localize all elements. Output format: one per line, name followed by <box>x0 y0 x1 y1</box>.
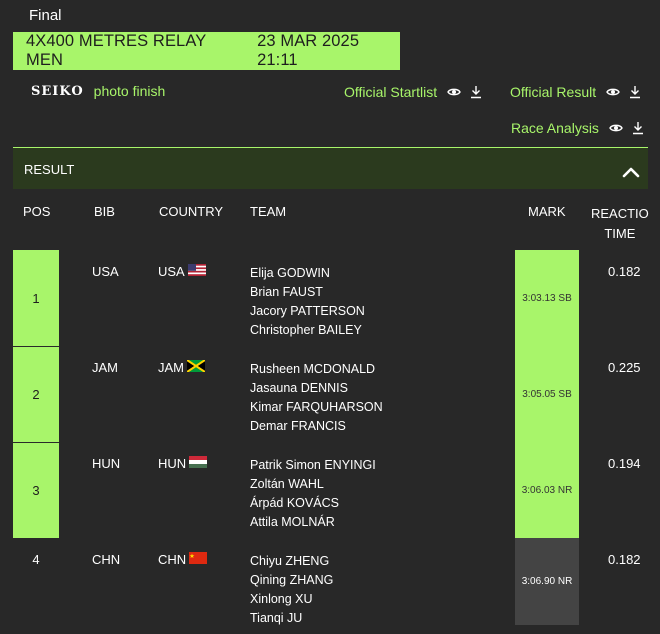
athlete-name[interactable]: Elija GODWIN <box>250 264 365 283</box>
reaction-header-line1: REACTIO <box>591 206 649 221</box>
reaction-header-line2: TIME <box>604 226 636 241</box>
row-divider <box>13 346 59 347</box>
eye-icon[interactable] <box>606 85 620 99</box>
event-title-bar: 4X400 METRES RELAY MEN 23 MAR 2025 21:11 <box>13 32 400 70</box>
china-flag-icon <box>189 551 208 564</box>
athlete-name[interactable]: Jacory PATTERSON <box>250 302 365 321</box>
jamaica-flag-icon <box>187 359 205 372</box>
athlete-name[interactable]: Tianqi JU <box>250 609 333 628</box>
athlete-name[interactable]: Brian FAUST <box>250 283 365 302</box>
table-row: 2 JAM JAM Rusheen MCDONALD Jasauna DENNI… <box>13 346 648 442</box>
hungary-flag-icon <box>189 455 208 468</box>
event-name: 4X400 METRES RELAY MEN <box>26 32 207 69</box>
athlete-name[interactable]: Zoltán WAHL <box>250 475 376 494</box>
row-divider <box>13 442 59 443</box>
reaction-time-cell: 0.225 <box>608 360 641 375</box>
download-icon[interactable] <box>470 85 482 99</box>
athlete-name[interactable]: Árpád KOVÁCS <box>250 494 376 513</box>
download-icon[interactable] <box>629 85 641 99</box>
seiko-logo: SEIKO <box>31 83 84 99</box>
position-cell: 3 <box>13 442 59 538</box>
position-cell: 2 <box>13 346 59 442</box>
doc-race-analysis: Race Analysis <box>511 120 644 136</box>
table-row: 4 CHN CHN Chiyu ZHENG Qining ZHANG Xinlo… <box>13 538 648 634</box>
country-cell: HUN <box>158 455 208 471</box>
table-row: 3 HUN HUN Patrik Simon ENYINGI Zoltán WA… <box>13 442 648 538</box>
event-datetime: 23 MAR 2025 21:11 <box>257 32 360 69</box>
column-header-country: COUNTRY <box>159 204 224 219</box>
doc-official-startlist: Official Startlist <box>344 84 482 100</box>
column-header-mark: MARK <box>528 204 566 219</box>
athlete-name[interactable]: Xinlong XU <box>250 590 333 609</box>
reaction-time-cell: 0.182 <box>608 552 641 567</box>
column-header-bib: BIB <box>94 204 115 219</box>
phase-title: Final <box>29 7 62 24</box>
athlete-name[interactable]: Demar FRANCIS <box>250 417 383 436</box>
mark-cell: 3:06.90 NR <box>515 538 579 625</box>
photo-finish-link[interactable]: photo finish <box>94 83 166 99</box>
country-code: CHN <box>158 552 187 567</box>
download-icon[interactable] <box>632 121 644 135</box>
country-cell: JAM <box>158 359 205 375</box>
bib-cell: CHN <box>92 552 121 567</box>
mark-cell: 3:06.03 NR <box>515 442 579 538</box>
team-cell: Patrik Simon ENYINGI Zoltán WAHL Árpád K… <box>250 456 376 532</box>
athlete-name[interactable]: Patrik Simon ENYINGI <box>250 456 376 475</box>
eye-icon[interactable] <box>609 121 623 135</box>
result-section-label: RESULT <box>24 162 75 177</box>
official-result-link[interactable]: Official Result <box>510 84 596 100</box>
athlete-name[interactable]: Qining ZHANG <box>250 571 333 590</box>
bib-cell: JAM <box>92 360 118 375</box>
official-startlist-link[interactable]: Official Startlist <box>344 84 437 100</box>
athlete-name[interactable]: Rusheen MCDONALD <box>250 360 383 379</box>
athlete-name[interactable]: Kimar FARQUHARSON <box>250 398 383 417</box>
seiko-photo-finish[interactable]: SEIKO photo finish <box>31 83 165 99</box>
country-code: HUN <box>158 456 187 471</box>
team-cell: Elija GODWIN Brian FAUST Jacory PATTERSO… <box>250 264 365 340</box>
race-analysis-link[interactable]: Race Analysis <box>511 120 599 136</box>
bib-cell: USA <box>92 264 119 279</box>
country-code: USA <box>158 264 185 279</box>
position-cell: 1 <box>13 250 59 346</box>
mark-cell: 3:03.13 SB <box>515 250 579 346</box>
athlete-name[interactable]: Attila MOLNÁR <box>250 513 376 532</box>
athlete-name[interactable]: Chiyu ZHENG <box>250 552 333 571</box>
team-cell: Rusheen MCDONALD Jasauna DENNIS Kimar FA… <box>250 360 383 436</box>
eye-icon[interactable] <box>447 85 461 99</box>
team-cell: Chiyu ZHENG Qining ZHANG Xinlong XU Tian… <box>250 552 333 628</box>
column-header-pos: POS <box>23 204 51 219</box>
reaction-time-cell: 0.182 <box>608 264 641 279</box>
country-code: JAM <box>158 360 184 375</box>
athlete-name[interactable]: Jasauna DENNIS <box>250 379 383 398</box>
athlete-name[interactable]: Christopher BAILEY <box>250 321 365 340</box>
country-cell: CHN <box>158 551 208 567</box>
bib-cell: HUN <box>92 456 121 471</box>
table-row: 1 USA USA Elija GODWIN Brian FAUST Jacor… <box>13 250 648 346</box>
position-cell: 4 <box>32 552 40 567</box>
doc-official-result: Official Result <box>510 84 641 100</box>
column-header-reaction-time: REACTIO TIME <box>591 204 649 244</box>
mark-cell: 3:05.05 SB <box>515 346 579 442</box>
usa-flag-icon <box>187 263 206 276</box>
country-cell: USA <box>158 263 206 279</box>
reaction-time-cell: 0.194 <box>608 456 641 471</box>
chevron-up-icon[interactable] <box>622 166 640 178</box>
result-section-header[interactable]: RESULT <box>13 147 648 189</box>
column-header-team: TEAM <box>250 204 287 219</box>
